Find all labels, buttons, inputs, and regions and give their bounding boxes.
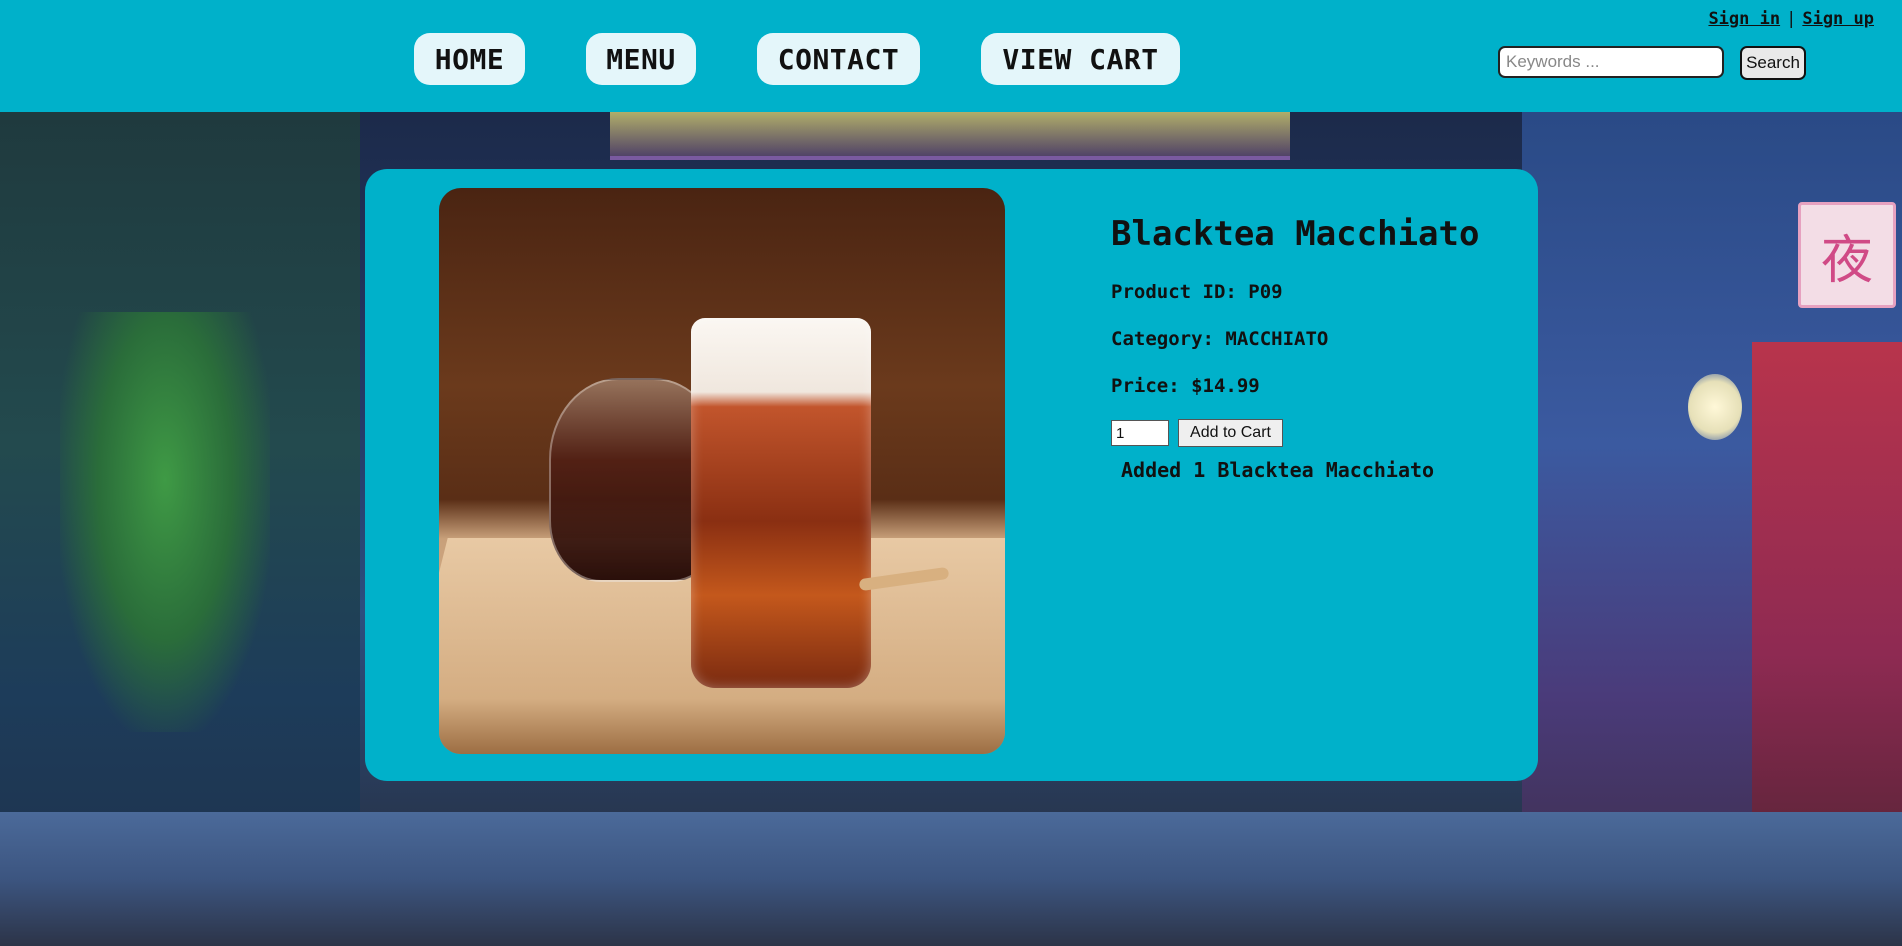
nav-view-cart-button[interactable]: VIEW CART <box>981 33 1180 85</box>
product-title: Blacktea Macchiato <box>1111 214 1480 254</box>
add-to-cart-button[interactable]: Add to Cart <box>1178 419 1283 447</box>
product-id: Product ID: P09 <box>1111 281 1283 303</box>
cart-added-message: Added 1 Blacktea Macchiato <box>1121 458 1435 482</box>
scene-red-building <box>1752 342 1902 862</box>
scene-pavement <box>0 812 1902 946</box>
nav-contact-button[interactable]: CONTACT <box>757 33 920 85</box>
sign-in-link[interactable]: Sign in <box>1708 9 1780 29</box>
site-header: HOME MENU CONTACT VIEW CART Sign in | Sign… <box>0 0 1902 112</box>
quantity-input[interactable] <box>1111 420 1169 446</box>
search-input[interactable] <box>1498 46 1724 78</box>
product-price: Price: $14.99 <box>1111 375 1260 397</box>
search-button[interactable]: Search <box>1740 46 1806 80</box>
auth-separator: | <box>1786 9 1797 29</box>
product-card: Blacktea Macchiato Product ID: P09 Categ… <box>365 169 1538 781</box>
product-image <box>439 188 1005 754</box>
nav-menu-button[interactable]: MENU <box>586 33 696 85</box>
product-image-glass <box>691 318 871 688</box>
auth-links: Sign in | Sign up <box>1708 9 1874 29</box>
scene-foliage <box>60 312 270 732</box>
scene-neon-sign <box>610 112 1290 160</box>
sign-up-link[interactable]: Sign up <box>1802 9 1874 29</box>
scene-lantern <box>1688 374 1742 440</box>
scene-kanji-sign: 夜 <box>1798 202 1896 308</box>
product-category: Category: MACCHIATO <box>1111 328 1329 350</box>
nav-home-button[interactable]: HOME <box>414 33 525 85</box>
